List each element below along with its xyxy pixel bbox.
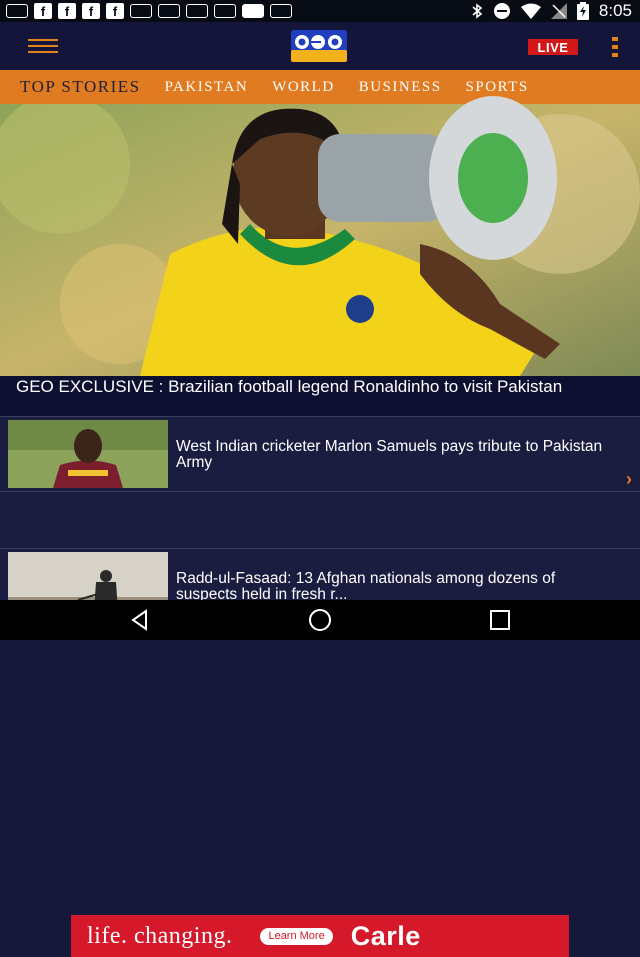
- voicemail-icon: [130, 4, 152, 18]
- ad-learn-more-button[interactable]: Learn More: [260, 927, 333, 945]
- megaphone-icon[interactable]: [318, 96, 558, 260]
- tab-top-stories[interactable]: Top Stories: [20, 77, 141, 97]
- story-thumbnail: [8, 420, 168, 488]
- list-item[interactable]: West Indian cricketer Marlon Samuels pay…: [0, 416, 640, 492]
- message-icon: [6, 4, 28, 18]
- image-icon: [242, 4, 264, 18]
- do-not-disturb-icon: [493, 3, 510, 19]
- tab-pakistan[interactable]: Pakistan: [165, 79, 249, 96]
- voicemail-icon: [158, 4, 180, 18]
- tab-world[interactable]: World: [272, 79, 335, 96]
- tab-business[interactable]: Business: [359, 79, 442, 96]
- voicemail-icon: [270, 4, 292, 18]
- voicemail-icon: [214, 4, 236, 18]
- advertisement-banner[interactable]: life. changing. Learn More Carle: [71, 915, 569, 957]
- more-options-icon[interactable]: [612, 37, 618, 57]
- recent-apps-icon[interactable]: [488, 608, 512, 632]
- facebook-icon: f: [82, 3, 100, 19]
- ad-tagline: life. changing.: [87, 922, 233, 949]
- status-bar: f f f f 8:05: [0, 0, 640, 22]
- ad-brand-logo: Carle: [350, 920, 421, 951]
- menu-icon[interactable]: [28, 39, 58, 53]
- story-title: Radd-ul-Fasaad: 13 Afghan nationals amon…: [176, 570, 556, 603]
- facebook-icon: f: [34, 3, 52, 19]
- back-icon[interactable]: [128, 608, 152, 632]
- home-icon[interactable]: [308, 608, 332, 632]
- facebook-icon: f: [58, 3, 76, 19]
- bluetooth-icon: [472, 3, 483, 19]
- facebook-icon: f: [106, 3, 124, 19]
- top-story-headline[interactable]: GEO EXCLUSIVE : Brazilian football legen…: [0, 376, 640, 416]
- no-signal-icon: [550, 3, 567, 19]
- story-list: West Indian cricketer Marlon Samuels pay…: [0, 416, 640, 957]
- clock: 8:05: [598, 1, 632, 20]
- story-title: West Indian cricketer Marlon Samuels pay…: [176, 438, 603, 471]
- wifi-icon: [520, 3, 541, 19]
- voicemail-icon: [186, 4, 208, 18]
- notification-icons: f f f f: [0, 3, 292, 19]
- chevron-right-icon[interactable]: ›: [626, 469, 632, 490]
- geo-news-logo[interactable]: [291, 30, 347, 62]
- battery-icon: [576, 2, 589, 20]
- system-icons: 8:05: [471, 0, 632, 22]
- navigation-bar: [0, 600, 640, 640]
- app-bar: LIVE: [0, 22, 640, 70]
- cricketer-photo: [8, 420, 168, 488]
- tab-sports[interactable]: Sports: [466, 79, 529, 96]
- live-button[interactable]: LIVE: [528, 39, 578, 55]
